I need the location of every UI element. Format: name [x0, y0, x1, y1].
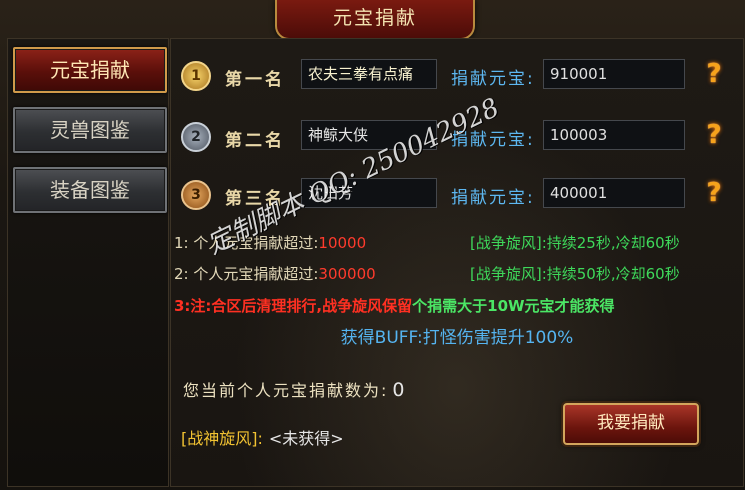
reward-rule-1: 1: 个人元宝捐献超过:10000 [战争旋风]:持续25秒,冷却60秒: [174, 232, 740, 256]
note-red: 3:注:合区后清理排行,战争旋风保留: [174, 297, 413, 315]
player-name-field: 沈田芳: [301, 178, 437, 208]
rank-row-3: 3 第三名 沈田芳 捐献元宝: 400001 ?: [181, 178, 741, 212]
player-name-field: 农夫三拳有点痛: [301, 59, 437, 89]
current-donation-label: 您当前个人元宝捐献数为:: [183, 381, 389, 400]
rule-text: 1: 个人元宝捐献超过:: [174, 234, 319, 252]
silver-medal-icon: 2: [181, 122, 211, 152]
note-green: 个捐需大于10W元宝才能获得: [412, 297, 615, 315]
donate-value-field: 400001: [543, 178, 685, 208]
rule-threshold: 10000: [318, 234, 367, 252]
player-name-field: 神鲸大侠: [301, 120, 437, 150]
rule-buff: [战争旋风]:持续25秒,冷却60秒: [470, 234, 680, 252]
rule-text: 2: 个人元宝捐献超过:: [174, 265, 319, 283]
buff-description: 获得BUFF:打怪伤害提升100%: [340, 328, 574, 348]
rank-label: 第三名: [225, 189, 285, 209]
buff-status-value: <未获得>: [268, 429, 344, 448]
sidebar-item-yuanbao-donate[interactable]: 元宝捐献: [13, 47, 167, 93]
donate-button[interactable]: 我要捐献: [563, 403, 699, 445]
current-donation: 您当前个人元宝捐献数为: 0: [183, 377, 407, 401]
sidebar-item-equipment-codex[interactable]: 装备图鉴: [13, 167, 167, 213]
help-icon[interactable]: ?: [701, 178, 727, 208]
donation-panel: 1 第一名 农夫三拳有点痛 捐献元宝: 910001 ? 2 第二名 神鲸大侠 …: [170, 38, 744, 487]
rule-buff: [战争旋风]:持续50秒,冷却60秒: [470, 265, 680, 283]
reward-note: 3:注:合区后清理排行,战争旋风保留个捐需大于10W元宝才能获得: [174, 295, 615, 316]
rank-label: 第二名: [225, 131, 285, 151]
bronze-medal-icon: 3: [181, 180, 211, 210]
rank-row-1: 1 第一名 农夫三拳有点痛 捐献元宝: 910001 ?: [181, 59, 741, 93]
current-donation-value: 0: [392, 379, 407, 401]
sidebar: 元宝捐献 灵兽图鉴 装备图鉴: [7, 38, 169, 487]
reward-rule-2: 2: 个人元宝捐献超过:300000 [战争旋风]:持续50秒,冷却60秒: [174, 263, 740, 287]
help-icon[interactable]: ?: [701, 120, 727, 150]
donate-value-field: 910001: [543, 59, 685, 89]
window-title: 元宝捐献: [275, 0, 475, 40]
sidebar-item-pet-codex[interactable]: 灵兽图鉴: [13, 107, 167, 153]
buff-status-key: [战神旋风]:: [181, 429, 263, 448]
gold-medal-icon: 1: [181, 61, 211, 91]
donate-label: 捐献元宝:: [451, 69, 535, 89]
game-window: 元宝捐献 元宝捐献 灵兽图鉴 装备图鉴 1 第一名 农夫三拳有点痛 捐献元宝: …: [0, 0, 745, 490]
rank-row-2: 2 第二名 神鲸大侠 捐献元宝: 100003 ?: [181, 120, 741, 154]
rule-threshold: 300000: [318, 265, 376, 283]
donate-value-field: 100003: [543, 120, 685, 150]
donate-label: 捐献元宝:: [451, 130, 535, 150]
rank-label: 第一名: [225, 70, 285, 90]
help-icon[interactable]: ?: [701, 59, 727, 89]
donate-label: 捐献元宝:: [451, 188, 535, 208]
buff-status: [战神旋风]: <未获得>: [181, 425, 344, 449]
